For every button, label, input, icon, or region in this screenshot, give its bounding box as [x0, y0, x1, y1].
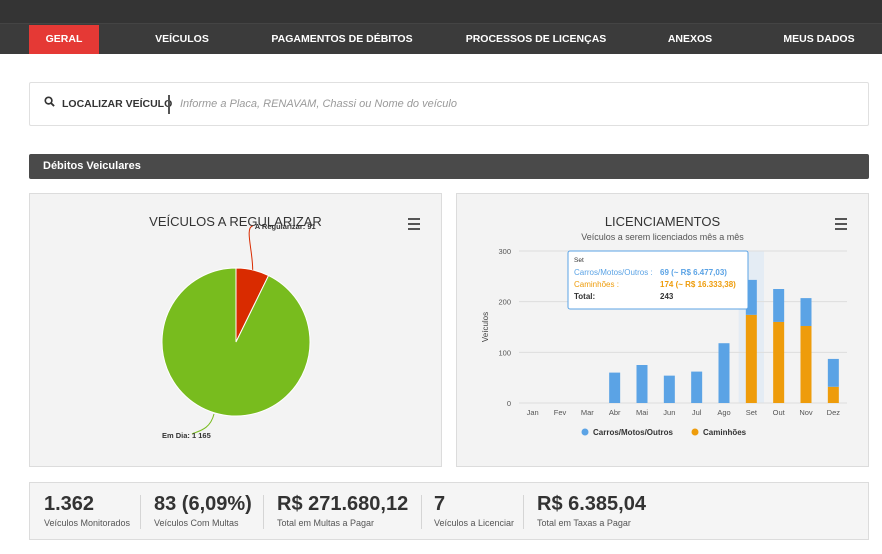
nav-item-pagamentos[interactable]: PAGAMENTOS DE DÉBITOS [270, 25, 414, 54]
stat-label: Veículos Com Multas [154, 518, 239, 528]
y-tick-label: 0 [507, 399, 511, 408]
nav-item-veiculos[interactable]: VEÍCULOS [140, 25, 224, 54]
bar-segment[interactable] [636, 365, 648, 403]
pie-label-connector [248, 225, 254, 270]
bar-segment[interactable] [827, 386, 839, 403]
bar-segment[interactable] [773, 289, 785, 322]
header-strip [0, 0, 882, 24]
stat-value: R$ 6.385,04 [537, 493, 646, 515]
bar-chart-panel: LICENCIAMENTOS Veículos a serem licencia… [456, 193, 869, 467]
x-tick-label: Fev [554, 408, 567, 417]
bar-segment[interactable] [718, 343, 730, 403]
search-label-text: LOCALIZAR VEÍCULO [62, 98, 173, 110]
pie-slice[interactable] [161, 267, 311, 417]
y-tick-label: 100 [498, 348, 511, 357]
nav-item-geral[interactable]: GERAL [29, 25, 99, 54]
search-input[interactable] [180, 91, 840, 117]
tooltip-header: Set [574, 257, 584, 264]
bar-segment[interactable] [773, 321, 785, 403]
pie-label: Em Dia: 1 165 [162, 431, 211, 440]
x-tick-label: Abr [609, 408, 621, 417]
stat-label: Total em Taxas a Pagar [537, 518, 631, 528]
search-icon[interactable] [44, 83, 58, 125]
bar-segment[interactable] [663, 375, 675, 403]
stat-label: Veículos a Licenciar [434, 518, 515, 528]
x-tick-label: Mai [636, 408, 648, 417]
stat-value: R$ 271.680,12 [277, 493, 409, 515]
search-label: LOCALIZAR VEÍCULO [44, 83, 172, 125]
top-bar: GERAL VEÍCULOS PAGAMENTOS DE DÉBITOS PRO… [0, 0, 882, 54]
x-tick-label: Nov [799, 408, 813, 417]
bar-chart: 0 100 200 300 Veículos Jan Fev Mar Abr Mai Jun Jul A… [481, 247, 847, 437]
legend-marker[interactable] [581, 428, 589, 436]
y-axis-label: Veículos [481, 312, 490, 342]
bar-segment[interactable] [827, 358, 839, 387]
stat-label: Total em Multas a Pagar [277, 518, 375, 528]
tooltip-series-value: 69 (~ R$ 6.477,03) [660, 268, 727, 277]
bar-segment[interactable] [609, 372, 621, 403]
tooltip-series-value: 174 (~ R$ 16.333,38) [660, 280, 736, 289]
tooltip-total-value: 243 [660, 292, 674, 301]
stats-bar: 1.362 Veículos Monitorados 83 (6,09%) Ve… [29, 482, 869, 540]
search-divider [168, 95, 170, 114]
tooltip-total-label: Total: [574, 292, 595, 301]
legend-marker[interactable] [691, 428, 699, 436]
nav-item-anexos[interactable]: ANEXOS [660, 25, 720, 54]
tooltip-series-label: Caminhões : [574, 280, 619, 289]
x-tick-label: Dez [827, 408, 841, 417]
section-title: Débitos Veiculares [29, 154, 869, 179]
bar-segment[interactable] [800, 325, 812, 403]
x-tick-label: Jun [663, 408, 675, 417]
main-nav: GERAL VEÍCULOS PAGAMENTOS DE DÉBITOS PRO… [0, 25, 882, 54]
legend-label[interactable]: Caminhões [703, 428, 747, 437]
stat-value: 7 [434, 493, 446, 515]
vehicle-search-box: LOCALIZAR VEÍCULO [29, 82, 869, 126]
x-tick-label: Jul [692, 408, 702, 417]
x-tick-label: Mar [581, 408, 594, 417]
stat-divider [263, 495, 264, 529]
y-tick-label: 200 [498, 298, 511, 307]
stat-label: Veículos Monitorados [44, 518, 131, 528]
stat-divider [421, 495, 422, 529]
bar-segment[interactable] [691, 371, 703, 403]
stat-divider [523, 495, 524, 529]
stat-divider [140, 495, 141, 529]
nav-item-processos[interactable]: PROCESSOS DE LICENÇAS [465, 25, 607, 54]
stat-value: 83 (6,09%) [154, 493, 252, 515]
tooltip-series-label: Carros/Motos/Outros : [574, 268, 653, 277]
pie-chart: A Regularizar: 91 Em Dia: 1 165 [161, 222, 316, 440]
x-tick-label: Out [773, 408, 786, 417]
bar-segment[interactable] [745, 314, 757, 403]
x-tick-label: Jan [527, 408, 539, 417]
bar-segment[interactable] [800, 298, 812, 326]
x-tick-label: Ago [717, 408, 730, 417]
pie-label: A Regularizar: 91 [255, 222, 316, 231]
x-tick-label: Set [746, 408, 758, 417]
pie-chart-panel: VEÍCULOS A REGULARIZAR A Regularizar: 91… [29, 193, 442, 467]
nav-item-meus-dados[interactable]: MEUS DADOS [776, 25, 862, 54]
stat-value: 1.362 [44, 493, 95, 515]
legend-label[interactable]: Carros/Motos/Outros [593, 428, 674, 437]
y-tick-label: 300 [498, 247, 511, 256]
